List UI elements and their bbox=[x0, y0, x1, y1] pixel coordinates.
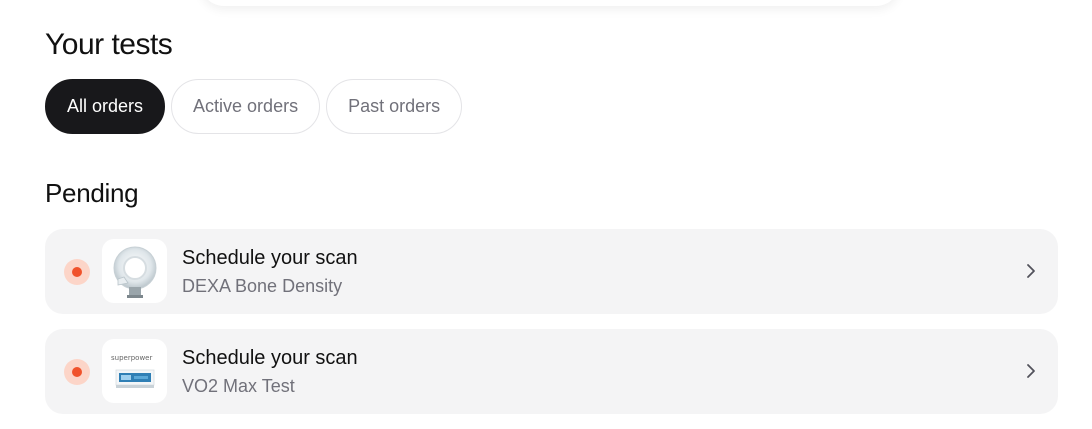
top-search-bar-edge bbox=[200, 0, 900, 6]
pending-status-dot bbox=[64, 359, 90, 385]
order-card-vo2[interactable]: superpower Schedule your scan VO2 Max Te… bbox=[45, 329, 1058, 414]
vo2-max-image: superpower bbox=[102, 339, 167, 403]
order-title: Schedule your scan bbox=[182, 347, 358, 369]
section-title-pending: Pending bbox=[45, 178, 139, 208]
order-filter-tabs: All orders Active orders Past orders bbox=[45, 79, 463, 134]
dexa-scanner-image bbox=[102, 239, 167, 303]
tab-past-orders[interactable]: Past orders bbox=[326, 79, 463, 134]
order-card-text: Schedule your scan DEXA Bone Density bbox=[182, 245, 358, 299]
order-subtitle: VO2 Max Test bbox=[182, 376, 295, 396]
order-subtitle: DEXA Bone Density bbox=[182, 276, 343, 296]
order-title: Schedule your scan bbox=[182, 247, 358, 269]
page-title: Your tests bbox=[45, 28, 173, 61]
order-card-dexa[interactable]: Schedule your scan DEXA Bone Density bbox=[45, 229, 1058, 314]
pending-status-dot bbox=[64, 259, 90, 285]
chevron-right-icon bbox=[1027, 264, 1035, 278]
order-card-text: Schedule your scan VO2 Max Test bbox=[182, 345, 358, 399]
tab-active-orders[interactable]: Active orders bbox=[171, 79, 321, 134]
chevron-right-icon bbox=[1027, 364, 1035, 378]
tab-all-orders[interactable]: All orders bbox=[45, 79, 166, 134]
